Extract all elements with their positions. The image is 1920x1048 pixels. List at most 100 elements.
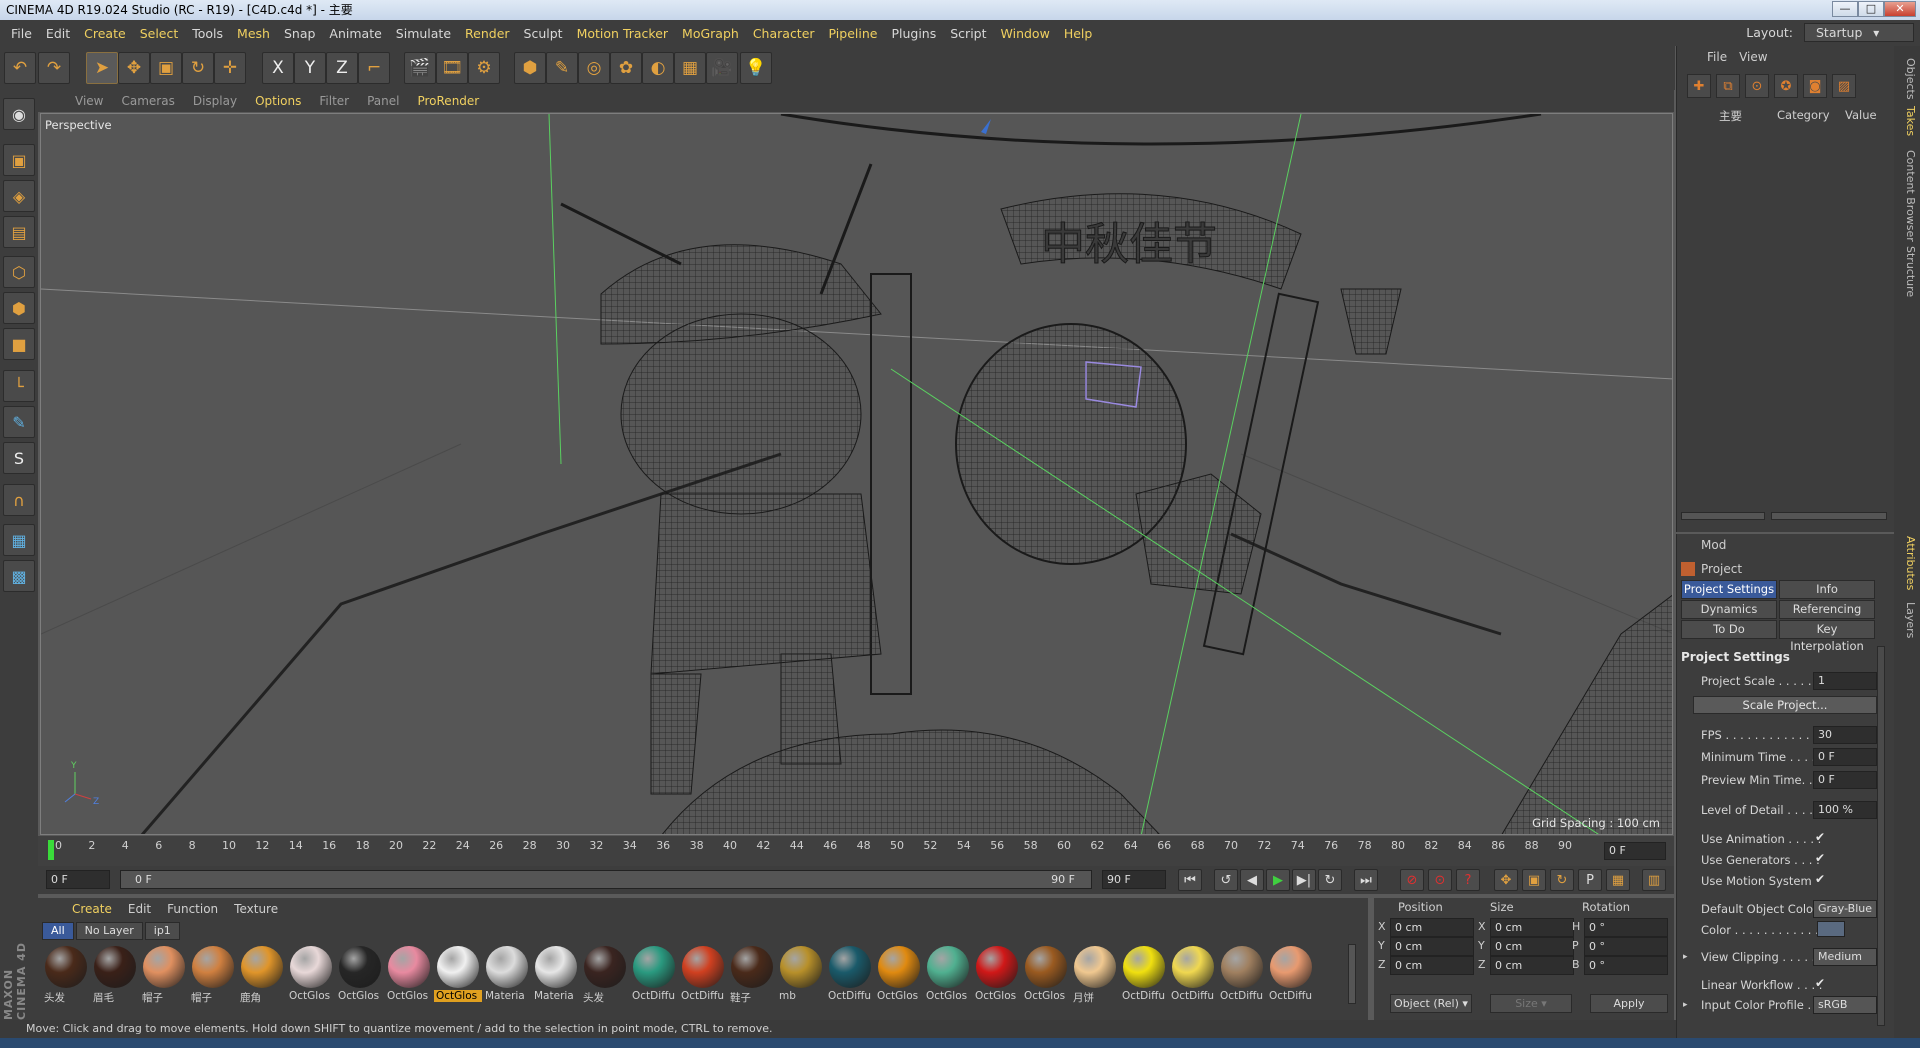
material-tab-all[interactable]: All xyxy=(42,922,74,940)
planar-workplane-icon[interactable]: ▩ xyxy=(3,560,35,592)
start-frame-field[interactable]: 0 F xyxy=(46,870,110,889)
coordinate-mode-select[interactable]: Object (Rel) ▾ xyxy=(1390,994,1472,1013)
tab-info[interactable]: Info xyxy=(1779,580,1875,599)
prev-frame-icon[interactable]: ◀ xyxy=(1240,869,1264,891)
viewport-menu-prorender[interactable]: ProRender xyxy=(408,94,488,108)
apply-button[interactable]: Apply xyxy=(1590,994,1668,1013)
material-swatch[interactable]: 头发 xyxy=(581,944,629,1004)
rotation-field[interactable]: 0 ° xyxy=(1584,937,1668,956)
use-generators-checkbox[interactable]: ✔ xyxy=(1815,851,1825,865)
menu-window[interactable]: Window xyxy=(994,26,1057,41)
material-menu-create[interactable]: Create xyxy=(64,902,120,916)
scale-icon[interactable]: ▣ xyxy=(150,52,182,84)
axis-mode-icon[interactable]: └ xyxy=(3,370,35,402)
rotate-icon[interactable]: ↻ xyxy=(182,52,214,84)
min-time-field[interactable]: 0 F xyxy=(1813,748,1877,766)
key-position-icon[interactable]: ✥ xyxy=(1494,869,1518,891)
end-frame-field[interactable]: 90 F xyxy=(1102,870,1166,889)
timeline-ruler[interactable]: 0 F 0 2 4 6 8 10 12 14 16 18 20 22 24 26 28 30 32 34 36 38 4… xyxy=(38,836,1674,866)
maximize-button[interactable]: □ xyxy=(1858,1,1884,17)
light-icon[interactable]: 💡 xyxy=(740,52,772,84)
tab-project-settings[interactable]: Project Settings xyxy=(1681,580,1777,599)
material-swatch[interactable]: OctDiffu xyxy=(1267,944,1315,1004)
side-tab-content-browser[interactable]: Content Browser xyxy=(1897,150,1917,242)
key-parameter-icon[interactable]: P xyxy=(1578,869,1602,891)
fps-field[interactable]: 30 xyxy=(1813,726,1877,744)
redo-icon[interactable]: ↷ xyxy=(38,52,70,84)
material-swatch[interactable]: 头发 xyxy=(42,944,90,1004)
cube-icon[interactable]: ⬢ xyxy=(514,52,546,84)
size-mode-select[interactable]: Size ▾ xyxy=(1490,994,1572,1013)
material-swatch[interactable]: OctGlos xyxy=(434,944,482,1004)
timeline-scheme-icon[interactable]: ▥ xyxy=(1642,869,1666,891)
range-slider[interactable]: 0 F 90 F xyxy=(120,870,1092,889)
pen-icon[interactable]: ✎ xyxy=(546,52,578,84)
material-swatch[interactable]: 鹿角 xyxy=(238,944,286,1004)
key-pla-icon[interactable]: ▦ xyxy=(1606,869,1630,891)
attributes-scrollbar[interactable] xyxy=(1877,646,1885,1026)
tab-to-do[interactable]: To Do xyxy=(1681,620,1777,639)
prev-key-icon[interactable]: ↺ xyxy=(1214,869,1238,891)
tab-key-interpolation[interactable]: Key Interpolation xyxy=(1779,620,1875,653)
model-mode-icon[interactable]: ◈ xyxy=(3,180,35,212)
size-field[interactable]: 0 cm xyxy=(1490,918,1574,937)
material-swatch[interactable]: OctDiffu xyxy=(1120,944,1168,1004)
menu-plugins[interactable]: Plugins xyxy=(884,26,943,41)
subdivision-icon[interactable]: ◎ xyxy=(578,52,610,84)
render-picture-viewer-icon[interactable]: 🎞 xyxy=(436,52,468,84)
keyframe-selection-icon[interactable]: ? xyxy=(1456,869,1480,891)
current-frame-field[interactable]: 0 F xyxy=(1604,842,1666,860)
material-swatch[interactable]: OctGlos xyxy=(336,944,384,1004)
material-swatch[interactable]: 月饼 xyxy=(1071,944,1119,1004)
viewport-perspective[interactable]: 中秋佳节 Y Z Perspective Grid Spacing : 100 … xyxy=(40,113,1673,835)
menu-help[interactable]: Help xyxy=(1057,26,1100,41)
take-main-label[interactable]: 主要 xyxy=(1719,108,1742,124)
material-tab-no-layer[interactable]: No Layer xyxy=(75,922,143,940)
attributes-mode-menu[interactable]: Mod xyxy=(1701,538,1726,552)
points-mode-icon[interactable]: ⬡ xyxy=(3,256,35,288)
expand-arrow-icon[interactable]: ▸ xyxy=(1683,952,1688,962)
side-tab-attributes[interactable]: Attributes xyxy=(1897,536,1917,590)
menu-snap[interactable]: Snap xyxy=(277,26,322,41)
takes-scrollbar-right[interactable] xyxy=(1771,512,1887,520)
tab-dynamics[interactable]: Dynamics xyxy=(1681,600,1777,619)
takes-menu-file[interactable]: File xyxy=(1701,50,1733,64)
material-swatch[interactable]: OctDiffu xyxy=(1218,944,1266,1004)
menu-script[interactable]: Script xyxy=(943,26,993,41)
autokey-icon[interactable]: ⊙ xyxy=(1428,869,1452,891)
lock-workplane-icon[interactable]: ▦ xyxy=(3,524,35,556)
material-swatch[interactable]: OctDiffu xyxy=(826,944,874,1004)
coordinate-system-icon[interactable]: ⌐ xyxy=(358,52,390,84)
lod-field[interactable]: 100 % xyxy=(1813,801,1877,819)
tweak-mode-icon[interactable]: ✎ xyxy=(3,406,35,438)
override-icon[interactable]: ✪ xyxy=(1774,74,1798,98)
material-tab-ip1[interactable]: ip1 xyxy=(144,922,180,940)
edges-mode-icon[interactable]: ⬢ xyxy=(3,292,35,324)
rotation-field[interactable]: 0 ° xyxy=(1584,918,1668,937)
menu-sculpt[interactable]: Sculpt xyxy=(517,26,570,41)
menu-create[interactable]: Create xyxy=(77,26,133,41)
magnet-icon[interactable]: ∩ xyxy=(3,484,35,516)
material-swatch[interactable]: mb xyxy=(777,944,825,1004)
go-start-icon[interactable]: ⏮ xyxy=(1178,869,1202,891)
play-icon[interactable]: ▶ xyxy=(1266,869,1290,891)
tab-referencing[interactable]: Referencing xyxy=(1779,600,1875,619)
go-end-icon[interactable]: ⏭ xyxy=(1354,869,1378,891)
position-field[interactable]: 0 cm xyxy=(1390,956,1474,975)
material-swatch[interactable]: OctDiffu xyxy=(1169,944,1217,1004)
menu-pipeline[interactable]: Pipeline xyxy=(822,26,885,41)
viewport-menu-view[interactable]: View xyxy=(66,94,112,108)
viewport-menu-filter[interactable]: Filter xyxy=(310,94,358,108)
camera-icon[interactable]: 🎥 xyxy=(706,52,738,84)
material-menu-texture[interactable]: Texture xyxy=(226,902,286,916)
select-arrow-icon[interactable]: ➤ xyxy=(86,52,118,84)
material-swatch[interactable]: OctGlos xyxy=(924,944,972,1004)
use-motion-checkbox[interactable]: ✔ xyxy=(1815,872,1825,886)
x-axis-icon[interactable]: X xyxy=(262,52,294,84)
cinema4d-logo-icon[interactable]: ◉ xyxy=(3,98,35,130)
move-icon[interactable]: ✥ xyxy=(118,52,150,84)
menu-motion-tracker[interactable]: Motion Tracker xyxy=(570,26,675,41)
material-menu-edit[interactable]: Edit xyxy=(120,902,159,916)
next-frame-icon[interactable]: ▶| xyxy=(1292,869,1316,891)
layout-select[interactable]: Startup ▾ xyxy=(1804,23,1914,42)
